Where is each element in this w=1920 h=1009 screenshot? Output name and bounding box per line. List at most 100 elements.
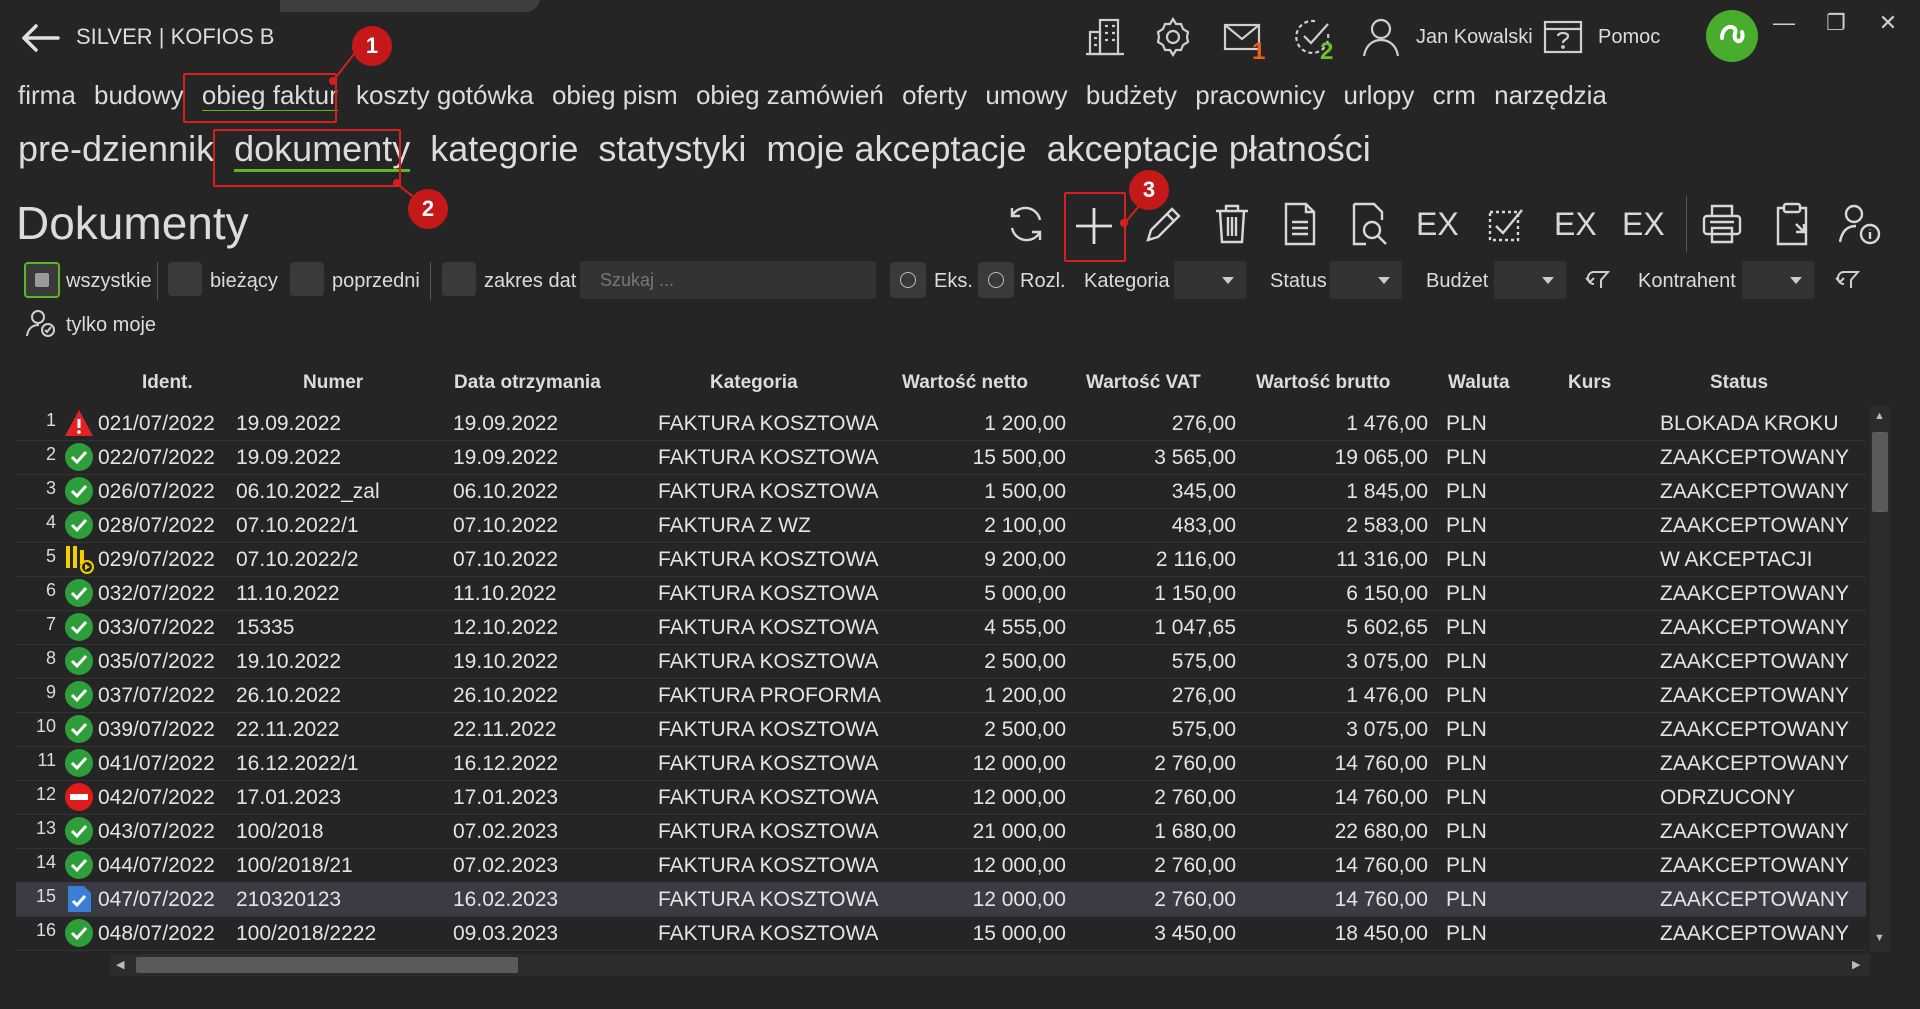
nav-item[interactable]: umowy bbox=[985, 80, 1067, 110]
scroll-left-icon[interactable]: ◀ bbox=[116, 958, 124, 971]
nav-item[interactable]: firma bbox=[18, 80, 76, 110]
search-input[interactable]: Szukaj ... bbox=[580, 261, 876, 299]
row-number: 16 bbox=[35, 920, 56, 940]
cell-brutto: 1 476,00 bbox=[1346, 684, 1428, 707]
contractor-dropdown[interactable] bbox=[1742, 261, 1814, 299]
vertical-scroll-thumb[interactable] bbox=[1872, 432, 1888, 512]
document-search-icon[interactable] bbox=[1342, 198, 1394, 250]
table-row[interactable]: 5 029/07/2022 07.10.2022/2 07.10.2022 FAKTUR… bbox=[16, 542, 1866, 577]
filter-date-range-label: zakres dat bbox=[484, 270, 577, 292]
back-arrow-icon[interactable] bbox=[18, 18, 62, 58]
scroll-up-icon[interactable]: ▲ bbox=[1874, 410, 1885, 422]
status-ok-icon bbox=[64, 510, 94, 540]
column-header[interactable]: Ident. bbox=[142, 372, 193, 394]
table-row[interactable]: 12 042/07/2022 17.01.2023 17.01.2023 FAKTURA… bbox=[16, 780, 1866, 815]
column-header[interactable]: Kurs bbox=[1568, 372, 1611, 394]
nav-item[interactable]: obieg zamówień bbox=[696, 80, 884, 110]
minimize-icon[interactable]: — bbox=[1764, 10, 1804, 40]
nav-item[interactable]: budowy bbox=[94, 80, 184, 110]
gear-icon[interactable] bbox=[1150, 14, 1196, 60]
only-mine-user-icon[interactable] bbox=[24, 306, 58, 340]
refresh-icon[interactable] bbox=[1000, 198, 1052, 250]
clear-filter-icon[interactable] bbox=[1582, 268, 1612, 294]
close-icon[interactable]: ✕ bbox=[1868, 10, 1908, 40]
nav-item[interactable]: obieg pism bbox=[552, 80, 678, 110]
table-row[interactable]: 6 032/07/2022 11.10.2022 11.10.2022 FAKTURA … bbox=[16, 576, 1866, 611]
scroll-down-icon[interactable]: ▼ bbox=[1874, 932, 1885, 944]
cell-waluta: PLN bbox=[1446, 548, 1487, 571]
export-button-2[interactable]: EX bbox=[1554, 206, 1597, 243]
table-row[interactable]: 13 043/07/2022 100/2018 07.02.2023 FAKTURA K… bbox=[16, 814, 1866, 849]
help-label[interactable]: Pomoc bbox=[1598, 26, 1660, 49]
column-header[interactable]: Wartość VAT bbox=[1086, 372, 1201, 394]
table-row[interactable]: 16 048/07/2022 100/2018/2222 09.03.2023 FAKT… bbox=[16, 916, 1866, 951]
restore-icon[interactable]: ❐ bbox=[1816, 10, 1856, 40]
nav-item[interactable]: koszty gotówka bbox=[356, 80, 534, 110]
nav-item[interactable]: budżety bbox=[1086, 80, 1177, 110]
column-header[interactable]: Kategoria bbox=[710, 372, 798, 394]
table-row[interactable]: 1 021/07/2022 19.09.2022 19.09.2022 FAKTURA … bbox=[16, 406, 1866, 441]
avatar[interactable] bbox=[1706, 10, 1758, 62]
mail-count-badge: 1 bbox=[1252, 38, 1266, 65]
scroll-right-icon[interactable]: ▶ bbox=[1852, 958, 1860, 971]
subnav-item[interactable]: kategorie bbox=[430, 128, 578, 169]
column-header[interactable]: Waluta bbox=[1448, 372, 1510, 394]
accept-multi-icon[interactable] bbox=[1480, 198, 1532, 250]
subnav-item[interactable]: statystyki bbox=[598, 128, 746, 169]
cell-kat: FAKTURA Z WZ bbox=[658, 514, 811, 537]
nav-item[interactable]: crm bbox=[1433, 80, 1476, 110]
table-row[interactable]: 3 026/07/2022 06.10.2022_zal 06.10.2022 FAKT… bbox=[16, 474, 1866, 509]
nav-item[interactable]: urlopy bbox=[1344, 80, 1415, 110]
table-row[interactable]: 2 022/07/2022 19.09.2022 19.09.2022 FAKTURA … bbox=[16, 440, 1866, 475]
cell-brutto: 3 075,00 bbox=[1346, 650, 1428, 673]
column-header[interactable]: Data otrzymania bbox=[454, 372, 601, 394]
table-row[interactable]: 15 047/07/2022 210320123 16.02.2023 FAKTURA … bbox=[16, 882, 1866, 917]
column-header[interactable]: Status bbox=[1710, 372, 1768, 394]
help-icon[interactable] bbox=[1540, 14, 1586, 60]
delete-trash-icon[interactable] bbox=[1206, 198, 1258, 250]
cell-netto: 2 500,00 bbox=[984, 718, 1066, 741]
status-dropdown[interactable] bbox=[1330, 261, 1402, 299]
export-button-1[interactable]: EX bbox=[1416, 206, 1459, 243]
table-row[interactable]: 10 039/07/2022 22.11.2022 22.11.2022 FAKTURA… bbox=[16, 712, 1866, 747]
clipboard-export-icon[interactable] bbox=[1766, 198, 1818, 250]
table-row[interactable]: 7 033/07/2022 15335 12.10.2022 FAKTURA KOSZT… bbox=[16, 610, 1866, 645]
filter-rozl-radio[interactable] bbox=[978, 262, 1014, 298]
column-header[interactable]: Wartość netto bbox=[902, 372, 1028, 394]
nav-item[interactable]: narzędzia bbox=[1494, 80, 1607, 110]
table-row[interactable]: 9 037/07/2022 26.10.2022 26.10.2022 FAKTURA … bbox=[16, 678, 1866, 713]
table-row[interactable]: 4 028/07/2022 07.10.2022/1 07.10.2022 FAKTUR… bbox=[16, 508, 1866, 543]
subnav-item[interactable]: pre-dziennik bbox=[18, 128, 214, 169]
category-filter-label: Kategoria bbox=[1084, 270, 1170, 292]
category-dropdown[interactable] bbox=[1174, 261, 1246, 299]
user-info-icon[interactable] bbox=[1834, 198, 1886, 250]
cell-kat: FAKTURA KOSZTOWA bbox=[658, 752, 879, 775]
document-preview-icon[interactable] bbox=[1274, 198, 1326, 250]
table-row[interactable]: 11 041/07/2022 16.12.2022/1 16.12.2022 FAKTU… bbox=[16, 746, 1866, 781]
clear-contractor-filter-icon[interactable] bbox=[1832, 268, 1862, 294]
horizontal-scroll-thumb[interactable] bbox=[136, 957, 518, 973]
only-mine-label[interactable]: tylko moje bbox=[66, 314, 156, 337]
filter-date-range-checkbox[interactable] bbox=[442, 262, 476, 296]
table-row[interactable]: 8 035/07/2022 19.10.2022 19.10.2022 FAKTURA … bbox=[16, 644, 1866, 679]
filter-all-checkbox[interactable] bbox=[24, 262, 60, 298]
column-header[interactable]: Numer bbox=[303, 372, 363, 394]
filter-previous-checkbox[interactable] bbox=[290, 262, 324, 296]
subnav-item[interactable]: akceptacje płatności bbox=[1047, 128, 1371, 169]
budget-dropdown[interactable] bbox=[1494, 261, 1566, 299]
filter-eks-radio[interactable] bbox=[890, 262, 926, 298]
table-row[interactable]: 14 044/07/2022 100/2018/21 07.02.2023 FAKTUR… bbox=[16, 848, 1866, 883]
cell-brutto: 14 760,00 bbox=[1334, 888, 1428, 911]
print-icon[interactable] bbox=[1696, 198, 1748, 250]
subnav-item[interactable]: moje akceptacje bbox=[766, 128, 1026, 169]
user-name[interactable]: Jan Kowalski bbox=[1416, 26, 1533, 49]
nav-item[interactable]: pracownicy bbox=[1195, 80, 1325, 110]
column-header[interactable]: Wartość brutto bbox=[1256, 372, 1390, 394]
export-button-3[interactable]: EX bbox=[1622, 206, 1665, 243]
add-document-button[interactable] bbox=[1068, 200, 1120, 252]
company-building-icon[interactable] bbox=[1082, 14, 1128, 60]
edit-pencil-icon[interactable] bbox=[1138, 198, 1190, 250]
user-icon[interactable] bbox=[1358, 14, 1404, 60]
nav-item[interactable]: oferty bbox=[902, 80, 967, 110]
filter-current-checkbox[interactable] bbox=[168, 262, 202, 296]
